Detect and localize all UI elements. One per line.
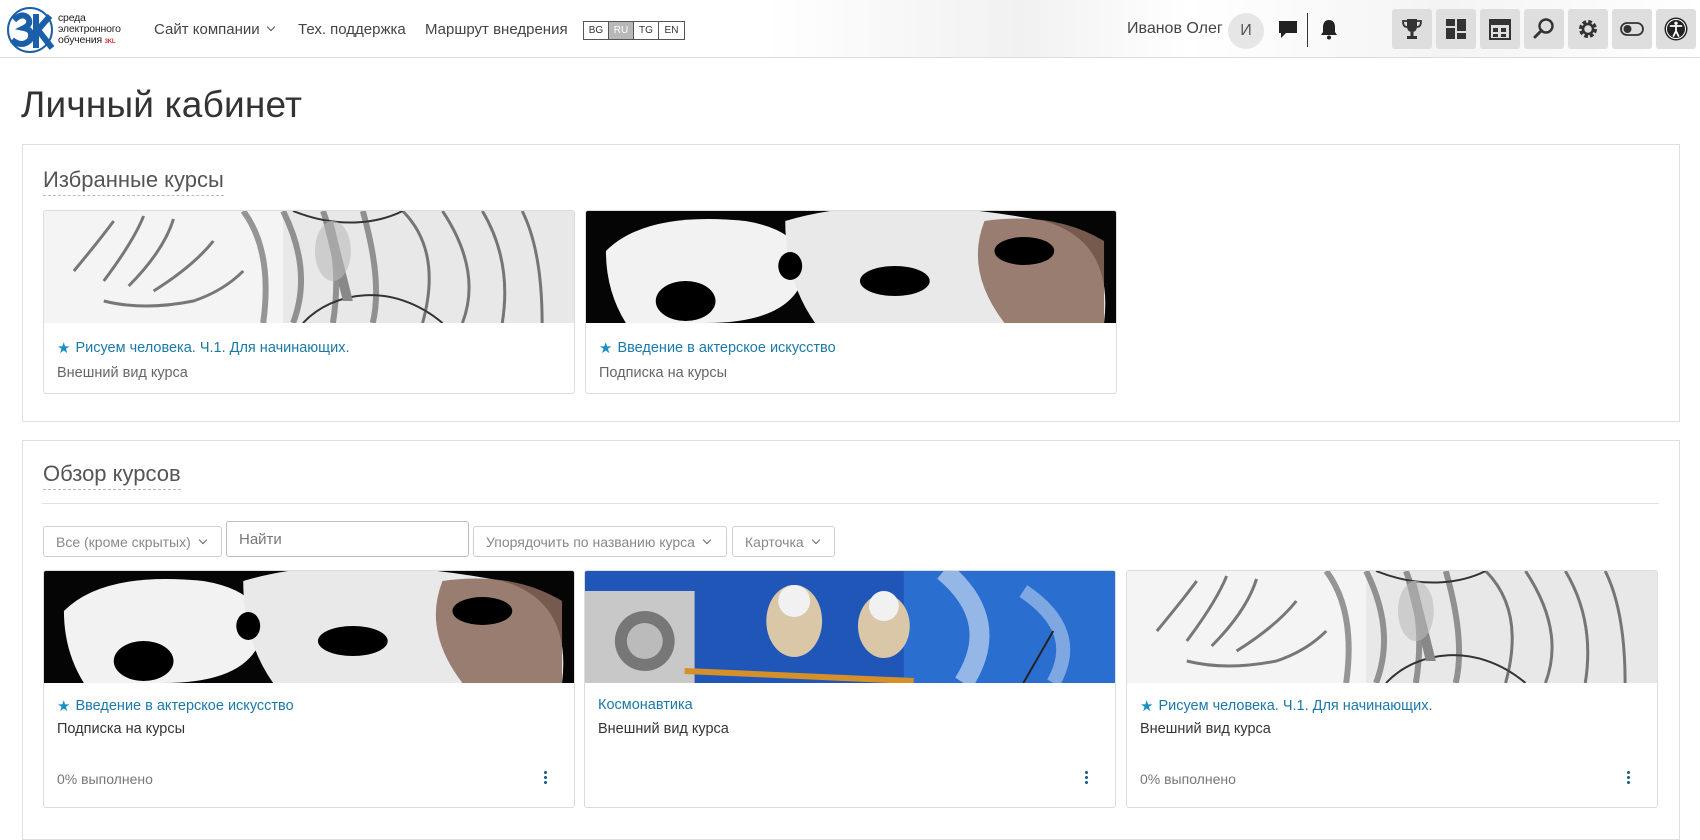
course-image[interactable]	[44, 211, 574, 323]
favorite-course-card[interactable]: ★ Введение в актерское искусство Подписк…	[585, 210, 1117, 394]
grouping-dropdown-label: Все (кроме скрытых)	[56, 533, 191, 550]
course-search-input[interactable]	[226, 521, 469, 557]
course-title-link[interactable]: ★ Введение в актерское искусство	[599, 339, 836, 357]
nav-route[interactable]: Маршрут внедрения	[425, 0, 568, 58]
course-title-link[interactable]: ★ Введение в актерское искусство	[57, 697, 294, 715]
logo-3kl-icon	[7, 7, 55, 53]
favorite-courses-title[interactable]: Избранные курсы	[43, 167, 224, 196]
course-title: Рисуем человека. Ч.1. Для начинающих.	[75, 340, 350, 356]
course-image[interactable]	[1127, 571, 1657, 683]
toggle-icon	[1620, 22, 1644, 36]
star-icon: ★	[1140, 698, 1154, 715]
more-options-icon[interactable]	[1627, 771, 1631, 785]
course-card[interactable]: Космонавтика Внешний вид курса	[584, 570, 1116, 808]
chevron-down-icon	[266, 22, 275, 32]
user-name: Иванов Олег	[1127, 20, 1223, 37]
navbar-divider	[1307, 13, 1308, 47]
gear-icon	[1579, 20, 1597, 38]
course-image[interactable]	[44, 571, 574, 683]
lang-tg[interactable]: TG	[634, 22, 659, 39]
favorite-courses-block: Избранные курсы ★ Рисуем человека. Ч.1. …	[22, 144, 1680, 422]
search-icon	[1533, 18, 1554, 39]
logo-text: среда электронного обучения 3KL	[58, 13, 121, 48]
course-overview-title[interactable]: Обзор курсов	[43, 461, 181, 490]
course-image[interactable]	[585, 571, 1115, 683]
messages-icon[interactable]	[1276, 17, 1300, 41]
accessibility-button[interactable]	[1656, 9, 1696, 49]
sort-dropdown-label: Упорядочить по названию курса	[486, 533, 695, 550]
course-progress: 0% выполнено	[57, 771, 153, 787]
course-category: Внешний вид курса	[598, 721, 729, 737]
language-switcher: BG RU TG EN	[583, 21, 685, 40]
course-card[interactable]: ★ Введение в актерское искусство Подписк…	[43, 570, 575, 808]
accessibility-icon	[1664, 17, 1688, 41]
view-dropdown[interactable]: Карточка	[732, 526, 835, 557]
calendar-button[interactable]	[1480, 9, 1520, 49]
notifications-bell-icon[interactable]	[1317, 17, 1341, 41]
course-title: Введение в актерское искусство	[75, 698, 294, 714]
nav-company-site[interactable]: Сайт компании	[154, 0, 275, 58]
dashboard-icon	[1446, 19, 1466, 39]
logo-line-3: обучения	[58, 34, 102, 46]
course-title: Космонавтика	[598, 697, 693, 713]
achievements-button[interactable]	[1392, 9, 1432, 49]
favorite-course-card[interactable]: ★ Рисуем человека. Ч.1. Для начинающих. …	[43, 210, 575, 394]
star-icon: ★	[57, 698, 71, 715]
chevron-down-icon	[811, 535, 820, 544]
nav-support-label: Тех. поддержка	[298, 20, 406, 38]
course-category: Подписка на курсы	[599, 365, 728, 381]
chevron-down-icon	[198, 535, 208, 544]
course-title-link[interactable]: ★ Рисуем человека. Ч.1. Для начинающих.	[57, 339, 349, 357]
dashboard-button[interactable]	[1436, 9, 1476, 49]
course-title: Рисуем человека. Ч.1. Для начинающих.	[1158, 698, 1433, 714]
chevron-down-icon	[702, 535, 712, 544]
logo-badge: 3KL	[104, 39, 116, 45]
nav-route-label: Маршрут внедрения	[425, 20, 568, 38]
user-menu[interactable]: Иванов Олег	[1127, 0, 1223, 58]
star-icon: ★	[57, 340, 71, 357]
more-options-icon[interactable]	[544, 771, 548, 785]
top-navbar: среда электронного обучения 3KL Сайт ком…	[0, 0, 1700, 58]
course-category: Внешний вид курса	[1140, 721, 1271, 737]
calendar-icon	[1489, 19, 1511, 40]
course-title-link[interactable]: Космонавтика	[598, 697, 693, 713]
search-button[interactable]	[1524, 9, 1564, 49]
settings-button[interactable]	[1568, 9, 1608, 49]
course-card[interactable]: ★ Рисуем человека. Ч.1. Для начинающих. …	[1126, 570, 1658, 808]
overview-divider	[42, 503, 1659, 504]
avatar[interactable]: И	[1228, 13, 1264, 49]
course-category: Внешний вид курса	[57, 365, 188, 381]
lang-bg[interactable]: BG	[584, 22, 609, 39]
lang-en[interactable]: EN	[659, 22, 684, 39]
nav-support[interactable]: Тех. поддержка	[298, 0, 406, 58]
page-title: Личный кабинет	[21, 84, 303, 125]
lang-ru[interactable]: RU	[609, 22, 634, 39]
trophy-icon	[1402, 19, 1422, 39]
theme-toggle-button[interactable]	[1612, 9, 1652, 49]
nav-company-site-label: Сайт компании	[154, 20, 260, 38]
course-progress: 0% выполнено	[1140, 771, 1236, 787]
sort-dropdown[interactable]: Упорядочить по названию курса	[473, 526, 727, 557]
more-options-icon[interactable]	[1085, 771, 1089, 785]
course-image[interactable]	[586, 211, 1116, 323]
course-title-link[interactable]: ★ Рисуем человека. Ч.1. Для начинающих.	[1140, 697, 1432, 715]
grouping-dropdown[interactable]: Все (кроме скрытых)	[43, 526, 222, 557]
course-category: Подписка на курсы	[57, 721, 186, 737]
view-dropdown-label: Карточка	[745, 533, 804, 550]
site-logo[interactable]: среда электронного обучения 3KL	[6, 4, 136, 54]
course-title: Введение в актерское искусство	[617, 340, 836, 356]
star-icon: ★	[599, 340, 613, 357]
